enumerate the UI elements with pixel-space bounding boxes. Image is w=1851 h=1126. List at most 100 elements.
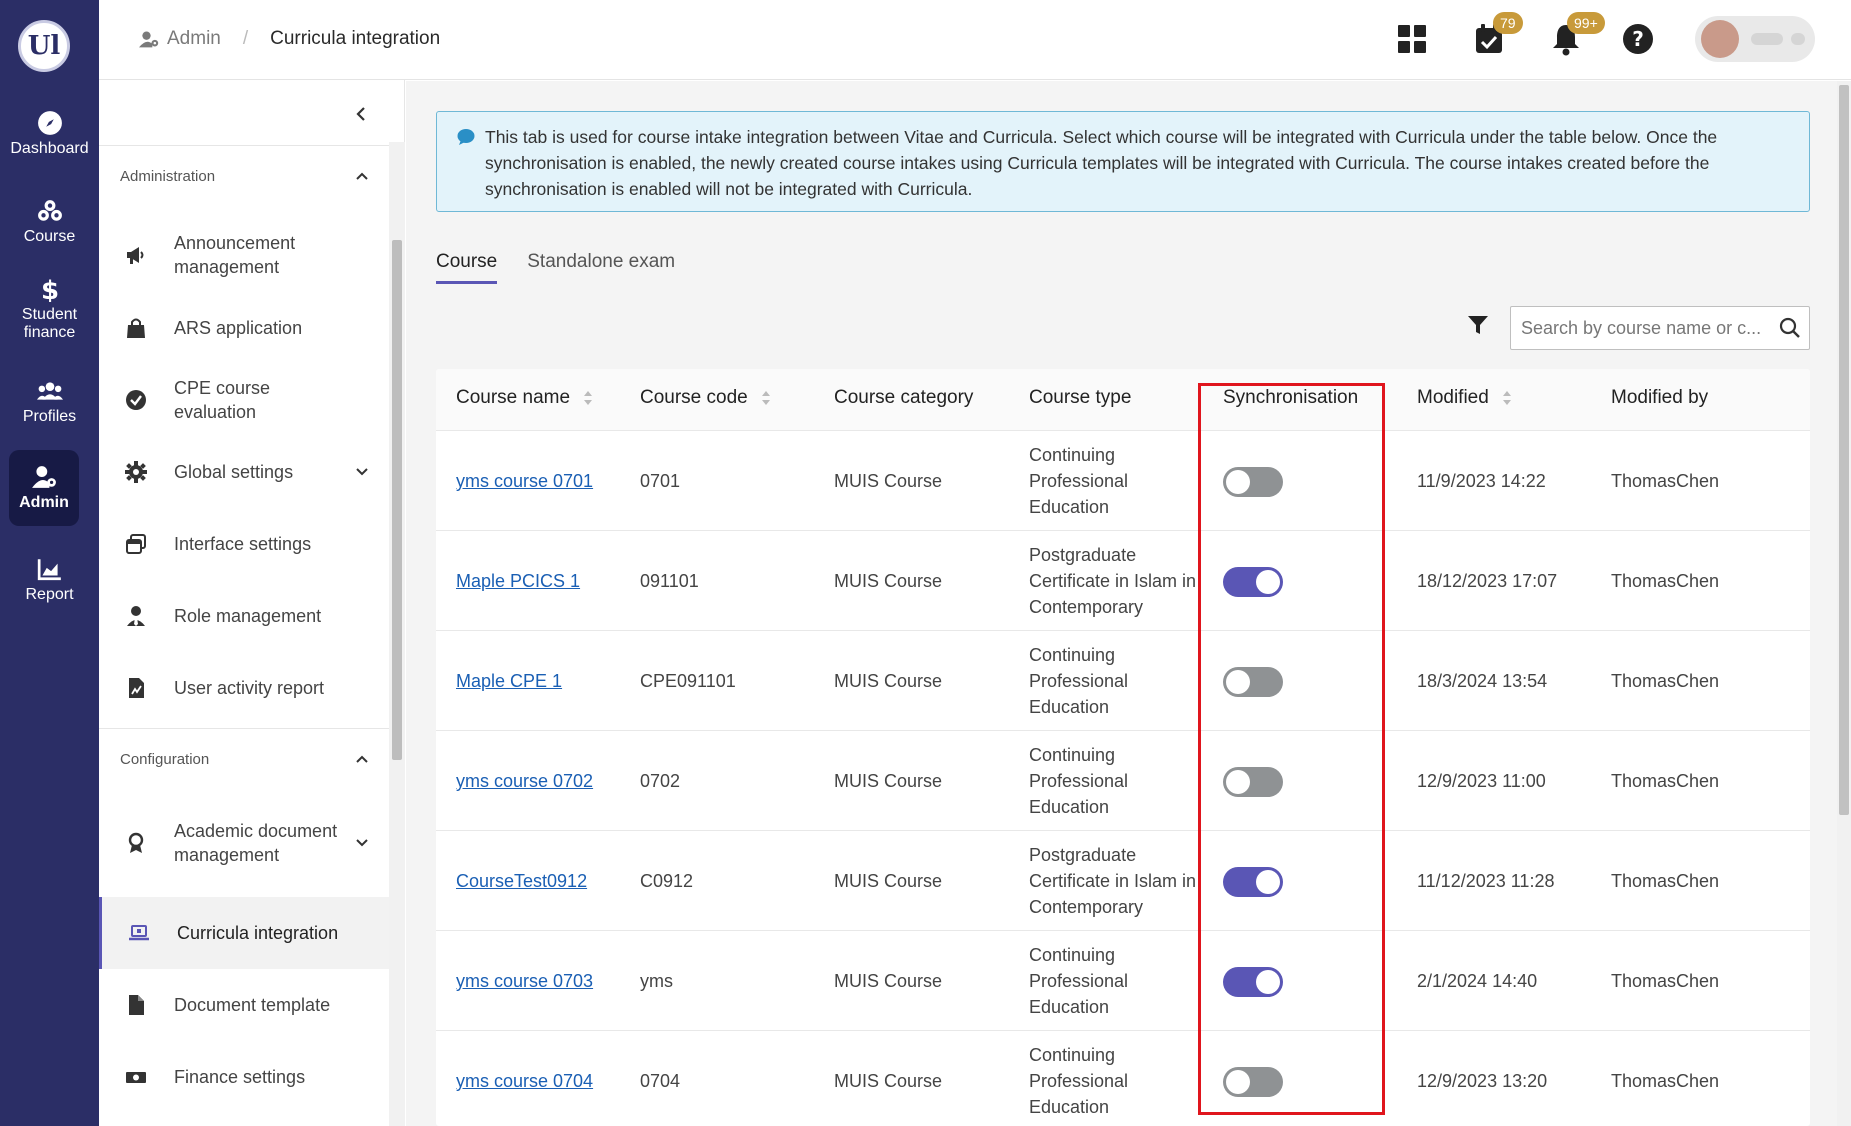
tab-bar: Course Standalone exam xyxy=(436,251,705,284)
chevron-down-icon[interactable] xyxy=(355,836,369,850)
sidebar-item-interface-settings[interactable]: Interface settings xyxy=(99,508,389,580)
modified-date: 2/1/2024 14:40 xyxy=(1417,971,1538,991)
chevron-up-icon[interactable] xyxy=(354,751,370,767)
sidebar-item-label: User activity report xyxy=(174,678,325,698)
svg-text:$: $ xyxy=(40,276,58,302)
sidebar-item-document-template[interactable]: Document template xyxy=(99,969,389,1041)
admin-icon xyxy=(139,31,159,48)
sidebar-item-cpe-course-evaluation[interactable]: CPE course evaluation xyxy=(99,364,389,436)
file-icon xyxy=(129,995,144,1015)
course-name-link[interactable]: yms course 0702 xyxy=(456,768,593,794)
sidebar-item-user-activity-report[interactable]: User activity report xyxy=(99,652,389,724)
search-icon[interactable] xyxy=(1779,317,1801,339)
user-name-redacted xyxy=(1751,33,1783,45)
rail-label-admin: Admin xyxy=(19,494,69,511)
course-code: C0912 xyxy=(640,871,694,891)
column-label: Course type xyxy=(1029,387,1132,408)
sidebar-item-curricula-integration[interactable]: Curricula integration xyxy=(99,897,389,969)
sidebar-item-label: Role management xyxy=(174,606,322,626)
users-icon xyxy=(36,382,63,400)
table-row: Maple PCICS 1 091101 MUIS Course Postgra… xyxy=(436,531,1810,631)
sidebar-item-announcement-management[interactable]: Announcement management xyxy=(99,218,389,292)
tab-course[interactable]: Course xyxy=(436,251,498,284)
sort-icon[interactable] xyxy=(582,388,594,408)
course-name-link[interactable]: Maple CPE 1 xyxy=(456,668,562,694)
user-menu-caret xyxy=(1791,33,1805,45)
app-logo[interactable]: Ul xyxy=(18,20,70,72)
rail-label-profiles: Profiles xyxy=(22,408,77,425)
course-name-link[interactable]: yms course 0704 xyxy=(456,1068,593,1094)
sort-icon[interactable] xyxy=(1501,388,1513,408)
sidebar-item-finance-settings[interactable]: Finance settings xyxy=(99,1041,389,1113)
primary-nav-rail: Ul Dashboard Course $ Student finance Pr… xyxy=(0,0,99,1126)
breadcrumb-admin[interactable]: Admin xyxy=(167,28,221,50)
sidebar-item-role-management[interactable]: Role management xyxy=(99,580,389,652)
help-icon[interactable]: ? xyxy=(1621,22,1655,56)
section-title-configuration: Configuration xyxy=(120,751,210,768)
sync-toggle[interactable] xyxy=(1223,967,1283,997)
sync-toggle[interactable] xyxy=(1223,567,1283,597)
course-name-link[interactable]: CourseTest0912 xyxy=(456,868,587,894)
rail-item-admin[interactable]: Admin xyxy=(9,450,79,526)
gear-icon xyxy=(125,461,147,483)
chevron-down-icon[interactable] xyxy=(355,465,369,479)
page-scrollbar-thumb[interactable] xyxy=(1839,85,1849,815)
money-icon xyxy=(126,1072,146,1083)
column-header-modified[interactable]: Modified xyxy=(1417,387,1513,409)
course-code: yms xyxy=(640,971,673,991)
column-header-course-type: Course type xyxy=(1029,387,1131,409)
sidebar-scrollbar-thumb[interactable] xyxy=(392,240,402,760)
filter-icon[interactable] xyxy=(1466,313,1490,337)
check-circle-icon xyxy=(126,390,146,410)
sidebar-scrollbar[interactable] xyxy=(389,142,405,1126)
tab-standalone-exam[interactable]: Standalone exam xyxy=(527,251,675,284)
sync-toggle[interactable] xyxy=(1223,667,1283,697)
modified-date: 12/9/2023 11:00 xyxy=(1417,771,1546,791)
course-type: Postgraduate Certificate in Islam in Con… xyxy=(1029,845,1197,917)
modified-date: 12/9/2023 13:20 xyxy=(1417,1071,1548,1091)
dollar-icon: $ xyxy=(40,276,58,302)
sync-toggle[interactable] xyxy=(1223,1067,1283,1097)
page-scrollbar[interactable] xyxy=(1837,81,1851,1126)
table-row: yms course 0704 0704 MUIS Course Continu… xyxy=(436,1031,1810,1126)
sidebar-item-label: ARS application xyxy=(174,318,303,338)
user-avatar-menu[interactable] xyxy=(1695,16,1815,62)
course-name-link[interactable]: Maple PCICS 1 xyxy=(456,568,580,594)
chevron-up-icon[interactable] xyxy=(354,168,370,184)
sidebar-item-ars-application[interactable]: ARS application xyxy=(99,292,389,364)
apps-grid-icon[interactable] xyxy=(1395,22,1429,56)
course-type: Continuing Professional Education xyxy=(1029,645,1129,717)
sidebar-item-academic-document-management[interactable]: Academic document management xyxy=(99,793,389,893)
sidebar-item-label: Academic document management xyxy=(174,821,338,865)
sync-toggle[interactable] xyxy=(1223,867,1283,897)
column-header-course-name[interactable]: Course name xyxy=(456,387,594,409)
course-category: MUIS Course xyxy=(834,771,943,791)
column-label: Course code xyxy=(640,387,748,408)
admin-sidebar: Administration Announcement management A… xyxy=(99,80,405,1126)
rail-item-course[interactable]: Course xyxy=(0,198,99,246)
sync-toggle[interactable] xyxy=(1223,767,1283,797)
column-label: Course category xyxy=(834,387,974,408)
sort-icon[interactable] xyxy=(760,388,772,408)
chevron-left-icon[interactable] xyxy=(351,102,371,126)
column-header-course-code[interactable]: Course code xyxy=(640,387,772,409)
rail-item-student-finance[interactable]: $ Student finance xyxy=(0,276,99,342)
course-type: Continuing Professional Education xyxy=(1029,745,1129,817)
user-tie-icon xyxy=(127,606,145,626)
rail-item-dashboard[interactable]: Dashboard xyxy=(0,110,99,158)
course-name-link[interactable]: yms course 0703 xyxy=(456,968,593,994)
column-label: Synchronisation xyxy=(1223,387,1359,408)
course-type: Postgraduate Certificate in Islam in Con… xyxy=(1029,545,1197,617)
rail-label-report: Report xyxy=(25,586,74,603)
course-name-link[interactable]: yms course 0701 xyxy=(456,468,593,494)
sidebar-item-label: CPE course evaluation xyxy=(174,378,271,422)
rail-item-profiles[interactable]: Profiles xyxy=(0,378,99,426)
main-content: This tab is used for course intake integ… xyxy=(406,81,1851,1126)
sync-toggle[interactable] xyxy=(1223,467,1283,497)
sidebar-item-global-settings[interactable]: Global settings xyxy=(99,436,389,508)
column-header-modified-by: Modified by xyxy=(1611,387,1708,409)
rail-item-report[interactable]: Report xyxy=(0,556,99,604)
search-input[interactable] xyxy=(1521,307,1771,349)
megaphone-icon xyxy=(127,247,144,264)
info-banner: This tab is used for course intake integ… xyxy=(436,111,1810,212)
